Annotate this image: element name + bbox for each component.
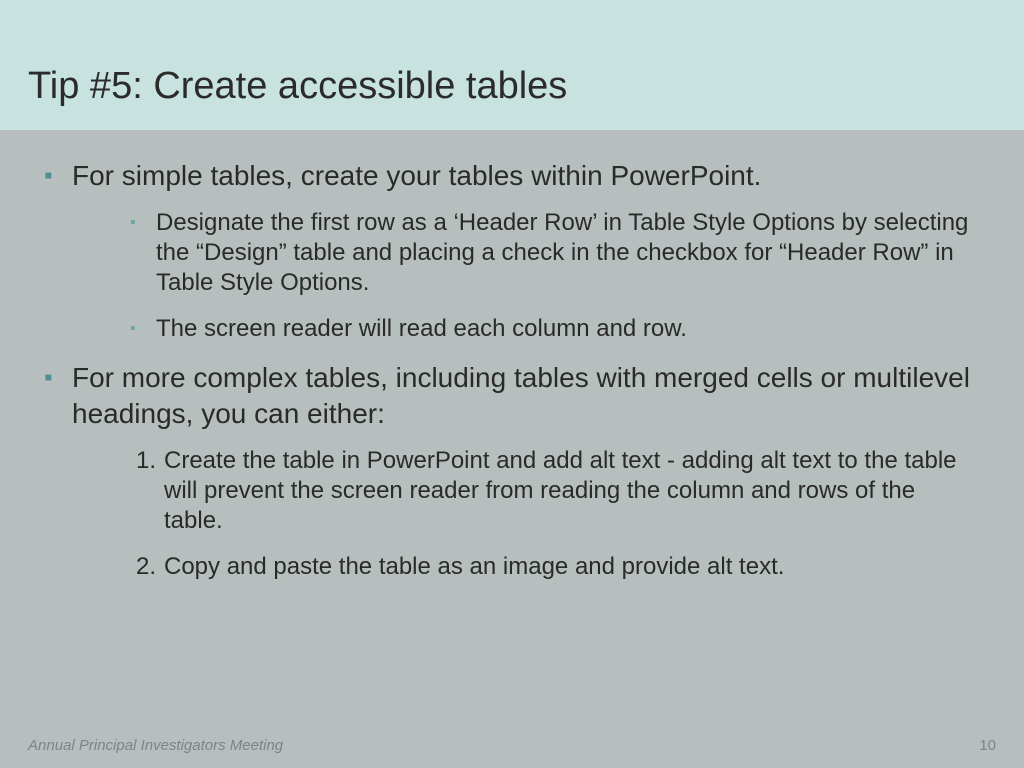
list-item: ▪ The screen reader will read each colum…: [130, 314, 980, 344]
list-item: 2. Copy and paste the table as an image …: [130, 552, 980, 582]
square-bullet-icon: ▪: [130, 208, 156, 238]
bullet-text: Copy and paste the table as an image and…: [164, 552, 784, 582]
list-item: 1. Create the table in PowerPoint and ad…: [130, 446, 980, 536]
list-number: 1.: [130, 446, 164, 476]
title-band: Tip #5: Create accessible tables: [0, 0, 1024, 130]
list-item: ▪ For more complex tables, including tab…: [44, 360, 980, 432]
list-item: ▪ Designate the first row as a ‘Header R…: [130, 208, 980, 298]
slide-title: Tip #5: Create accessible tables: [28, 65, 567, 108]
bullet-text: For more complex tables, including table…: [72, 360, 980, 432]
list-item: ▪ For simple tables, create your tables …: [44, 158, 980, 194]
slide-footer: Annual Principal Investigators Meeting 1…: [28, 737, 996, 754]
slide: Tip #5: Create accessible tables ▪ For s…: [0, 0, 1024, 768]
square-bullet-icon: ▪: [44, 360, 72, 396]
footer-text: Annual Principal Investigators Meeting: [28, 737, 283, 754]
bullet-text: The screen reader will read each column …: [156, 314, 687, 344]
bullet-text: Create the table in PowerPoint and add a…: [164, 446, 980, 536]
square-bullet-icon: ▪: [44, 158, 72, 194]
bullet-text: For simple tables, create your tables wi…: [72, 158, 761, 194]
slide-content: ▪ For simple tables, create your tables …: [0, 130, 1024, 582]
bullet-text: Designate the first row as a ‘Header Row…: [156, 208, 980, 298]
page-number: 10: [979, 737, 996, 754]
square-bullet-icon: ▪: [130, 314, 156, 344]
list-number: 2.: [130, 552, 164, 582]
